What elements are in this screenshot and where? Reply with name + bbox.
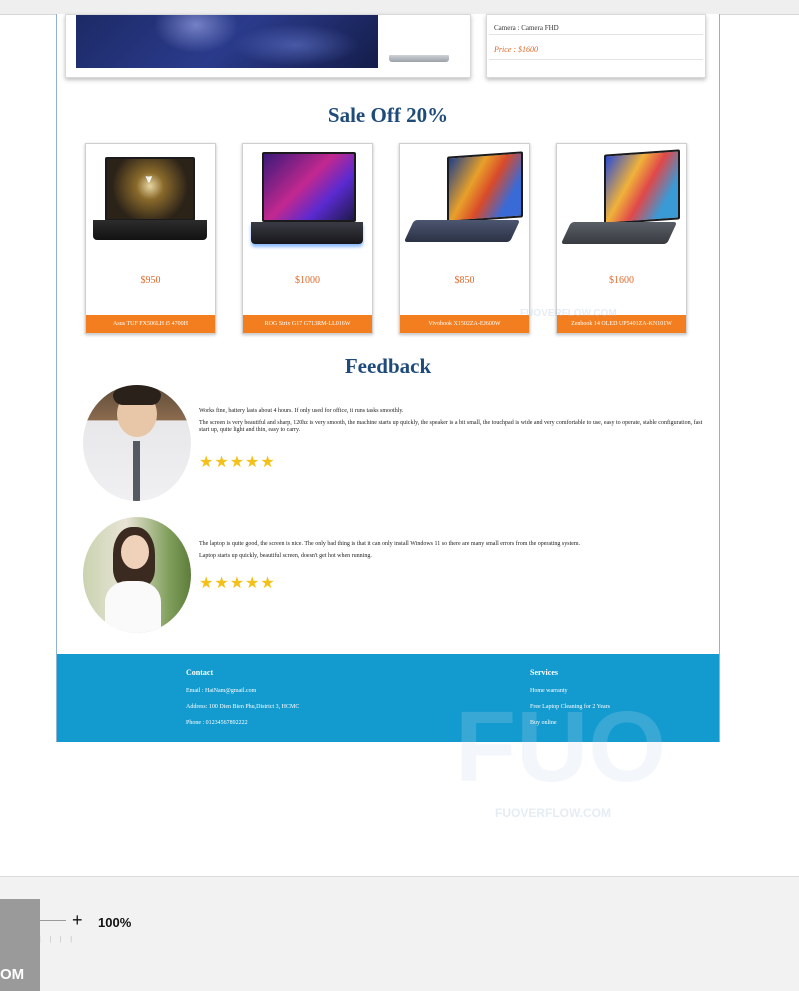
product-name[interactable]: Asus TUF FX506LH i5 4700H	[86, 315, 215, 333]
tuf-logo-icon: ⩔	[145, 173, 153, 185]
product-name[interactable]: ROG Strix G17 G713RM-LL016W	[243, 315, 372, 333]
zoom-level: 100%	[98, 915, 132, 930]
product-image	[248, 150, 367, 258]
divider	[489, 34, 703, 35]
featured-product-artwork	[76, 15, 378, 68]
laptop-screen	[262, 152, 356, 222]
laptop-keyboard	[251, 222, 363, 244]
laptop-screen	[604, 149, 680, 225]
watermark-fragment: OM	[0, 966, 25, 983]
product-card-vivobook[interactable]: $850 Vivobook X1502ZA-EJ600W	[399, 143, 530, 334]
product-price: $1000	[295, 275, 320, 286]
avatar-hair	[113, 385, 161, 405]
footer-phone: Phone : 01234567892222	[186, 720, 248, 726]
feedback-line: The screen is very beautiful and sharp, …	[199, 420, 703, 433]
laptop-keyboard	[93, 220, 207, 240]
product-image	[560, 149, 681, 258]
avatar-face	[121, 535, 149, 569]
avatar-shirt	[105, 581, 161, 633]
feedback-text: The laptop is quite good, the screen is …	[199, 541, 709, 565]
product-image: ⩔	[91, 150, 210, 258]
zoom-in-button[interactable]: +	[72, 910, 83, 931]
feedback-item: Works fine, battery lasts about 4 hours.…	[83, 385, 713, 505]
feedback-line: The laptop is quite good, the screen is …	[199, 541, 581, 547]
footer-email[interactable]: Email : HaiNam@gmail.com	[186, 688, 299, 694]
watermark-text: FUOVERFLOW.COM	[495, 806, 611, 820]
featured-product-image[interactable]	[65, 14, 471, 78]
footer-contact-heading: Contact	[186, 668, 214, 677]
divider	[489, 59, 703, 60]
browser-top-bar	[0, 0, 799, 15]
zoom-slider-track[interactable]	[40, 920, 66, 921]
zoom-slider-ticks: |||||||	[8, 935, 81, 943]
laptop-screen	[447, 151, 523, 223]
feedback-line: Works fine, battery lasts about 4 hours.…	[199, 408, 404, 414]
avatar-female	[83, 517, 191, 633]
laptop-keyboard	[560, 222, 678, 244]
feedback-section-title: Feedback	[344, 354, 432, 378]
rating-stars: ★★★★★	[199, 575, 276, 592]
avatar-male	[83, 385, 191, 501]
feedback-line: Laptop starts up quickly, beautiful scre…	[199, 553, 372, 559]
viewer-toolbar: OM ||||||| + 100%	[0, 876, 799, 991]
product-card-rog[interactable]: $1000 ROG Strix G17 G713RM-LL016W	[242, 143, 373, 334]
featured-price: Price : $1600	[494, 45, 538, 54]
featured-laptop-thumbnail	[389, 55, 449, 62]
footer-services-heading: Services	[530, 668, 558, 677]
web-page: Camera : Camera FHD Price : $1600 Sale O…	[56, 14, 720, 742]
sale-section-title: Sale Off 20%	[327, 103, 449, 127]
thumbnail-strip[interactable]: OM	[0, 899, 40, 991]
avatar-tie	[133, 441, 140, 501]
watermark-logo: FUO	[455, 691, 667, 803]
product-image	[403, 150, 524, 258]
product-price: $1600	[609, 275, 634, 286]
laptop-keyboard	[403, 220, 521, 242]
feedback-item: The laptop is quite good, the screen is …	[83, 517, 713, 637]
product-card-zenbook[interactable]: $1600 Zenbook 14 OLED UP5401ZA-KN101W	[556, 143, 687, 334]
featured-product-info: Camera : Camera FHD Price : $1600	[486, 14, 706, 78]
feedback-text: Works fine, battery lasts about 4 hours.…	[199, 408, 709, 439]
watermark-text: FUOVERFLOW.COM	[520, 308, 617, 319]
footer-contact: Contact Email : HaiNam@gmail.com Address…	[186, 668, 299, 736]
footer-address: Address: 100 Dien Bien Phu,District 3, H…	[186, 704, 300, 710]
product-card-tuf[interactable]: ⩔ $950 Asus TUF FX506LH i5 4700H	[85, 143, 216, 334]
product-name[interactable]: Vivobook X1502ZA-EJ600W	[400, 315, 529, 333]
rating-stars: ★★★★★	[199, 454, 276, 471]
product-price: $850	[454, 275, 475, 286]
product-price: $950	[140, 275, 161, 286]
featured-camera-spec: Camera : Camera FHD	[494, 24, 559, 32]
